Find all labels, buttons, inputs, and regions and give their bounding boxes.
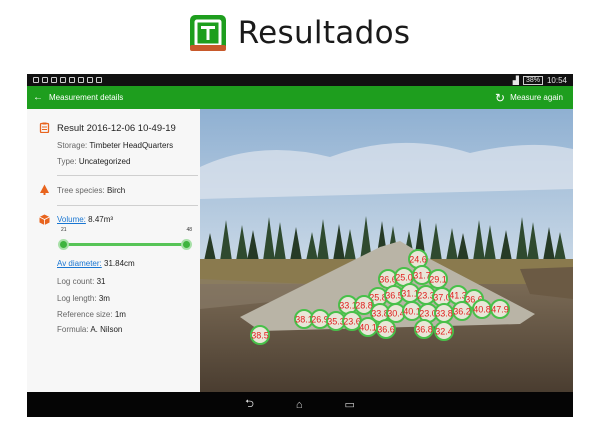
log-pile-photo[interactable]: 24.6 36.6 25.0 31.7 29.1 25.8 36.5 31.1 23.3 37.0… xyxy=(200,109,573,392)
log-diameter-label: 29.1 xyxy=(429,275,447,285)
log-diameter-label: 28.8 xyxy=(355,301,373,311)
type-row: Type: Uncategorized xyxy=(57,157,130,166)
species-row: Tree species: Birch xyxy=(57,186,125,195)
slider-track[interactable] xyxy=(63,243,187,246)
formula-label: Formula: xyxy=(57,325,89,334)
storage-value: Timbeter HeadQuarters xyxy=(89,141,174,150)
notification-icon xyxy=(51,77,57,83)
log-diameter-label: 23.6 xyxy=(343,317,361,327)
reference-size-row: Reference size: 1m xyxy=(57,310,126,319)
notification-icon xyxy=(33,77,39,83)
notification-icons xyxy=(33,77,102,83)
slider-max-label: 48 xyxy=(186,227,192,233)
log-diameter-label: 32.4 xyxy=(435,327,453,337)
battery-indicator: 38% xyxy=(522,75,543,85)
log-diameter-label: 24.6 xyxy=(409,255,427,265)
log-length-value: 3m xyxy=(98,294,110,303)
log-count-value: 31 xyxy=(96,277,106,286)
storage-row: Storage: Timbeter HeadQuarters xyxy=(57,141,173,150)
nav-back-icon[interactable]: ⮌ xyxy=(245,395,254,414)
slider-min-handle[interactable] xyxy=(58,239,69,250)
notification-icon xyxy=(60,77,66,83)
av-diameter-row: Av diameter: 31.84cm xyxy=(57,259,135,268)
type-value: Uncategorized xyxy=(78,157,131,166)
log-diameter-label: 36.6 xyxy=(377,325,395,335)
tablet-screen: ▟ 38% 10:54 ← Measurement details ↻ Meas… xyxy=(27,74,573,417)
nav-home-icon[interactable]: ⌂ xyxy=(296,399,303,411)
log-diameter-label: 40.1 xyxy=(359,323,377,333)
nav-bar: ⮌ ⌂ ▭ xyxy=(27,392,573,417)
log-diameter-label: 36.2 xyxy=(453,307,471,317)
log-diameter-label: 40.8 xyxy=(473,305,491,315)
log-diameter-label: 36.8 xyxy=(415,325,433,335)
back-arrow-icon[interactable]: ← xyxy=(27,92,45,103)
log-length-row: Log length: 3m xyxy=(57,294,110,303)
timbeter-logo-icon xyxy=(189,15,226,51)
details-panel: Result 2016-12-06 10-49-19 Storage: Timb… xyxy=(27,109,200,392)
signal-icon: ▟ xyxy=(512,75,519,85)
nav-recents-icon[interactable]: ▭ xyxy=(345,398,355,411)
tree-icon xyxy=(40,184,49,195)
notification-icon xyxy=(96,77,102,83)
log-diameter-label: 47.9 xyxy=(491,305,509,315)
log-diameter-label: 33.8 xyxy=(435,309,453,319)
log-pile-image: 24.636.625.0 31.729.125.836.531.123.337.0… xyxy=(200,109,573,392)
species-label: Tree species: xyxy=(57,186,105,195)
av-diameter-value: 31.84cm xyxy=(104,259,135,268)
slide: Resultados ▟ 38% 10:54 ← Measurement det xyxy=(0,0,600,448)
log-diameter-label: 38.5 xyxy=(251,331,269,341)
volume-row: Volume: 8.47m³ xyxy=(57,215,113,224)
notification-icon xyxy=(87,77,93,83)
refresh-icon: ↻ xyxy=(495,90,506,105)
cube-icon xyxy=(39,214,50,225)
divider xyxy=(57,175,198,176)
divider xyxy=(57,205,198,206)
status-right: ▟ 38% 10:54 xyxy=(512,75,567,85)
av-diameter-link[interactable]: Av diameter: xyxy=(57,259,102,268)
measure-again-label: Measure again xyxy=(510,93,563,102)
volume-link[interactable]: Volume: xyxy=(57,215,86,224)
app-bar-title: Measurement details xyxy=(49,93,124,102)
log-diameter-label: 25.0 xyxy=(395,273,413,283)
clock: 10:54 xyxy=(546,75,567,85)
type-label: Type: xyxy=(57,157,77,166)
slide-title: Resultados xyxy=(237,15,411,51)
reference-size-value: 1m xyxy=(114,310,126,319)
slide-header: Resultados xyxy=(0,8,600,58)
volume-value: 8.47m³ xyxy=(88,215,114,224)
app-bar: ← Measurement details ↻ Measure again xyxy=(27,86,573,109)
storage-label: Storage: xyxy=(57,141,88,150)
notification-icon xyxy=(42,77,48,83)
measure-again-button[interactable]: ↻ Measure again xyxy=(495,92,573,104)
species-value: Birch xyxy=(106,186,126,195)
slider-min-label: 21 xyxy=(61,227,67,233)
log-count-label: Log count: xyxy=(57,277,95,286)
formula-row: Formula: A. Nilson xyxy=(57,325,122,334)
notification-icon xyxy=(78,77,84,83)
formula-value: A. Nilson xyxy=(90,325,123,334)
measurement-content: Result 2016-12-06 10-49-19 Storage: Timb… xyxy=(27,109,573,392)
slider-max-handle[interactable] xyxy=(181,239,192,250)
result-title: Result 2016-12-06 10-49-19 xyxy=(57,123,176,134)
reference-size-label: Reference size: xyxy=(57,310,113,319)
diameter-range-slider[interactable]: 21 48 xyxy=(57,227,192,253)
log-count-row: Log count: 31 xyxy=(57,277,106,286)
log-length-label: Log length: xyxy=(57,294,97,303)
status-bar: ▟ 38% 10:54 xyxy=(27,74,573,86)
notification-icon xyxy=(69,77,75,83)
clipboard-icon xyxy=(39,122,50,133)
